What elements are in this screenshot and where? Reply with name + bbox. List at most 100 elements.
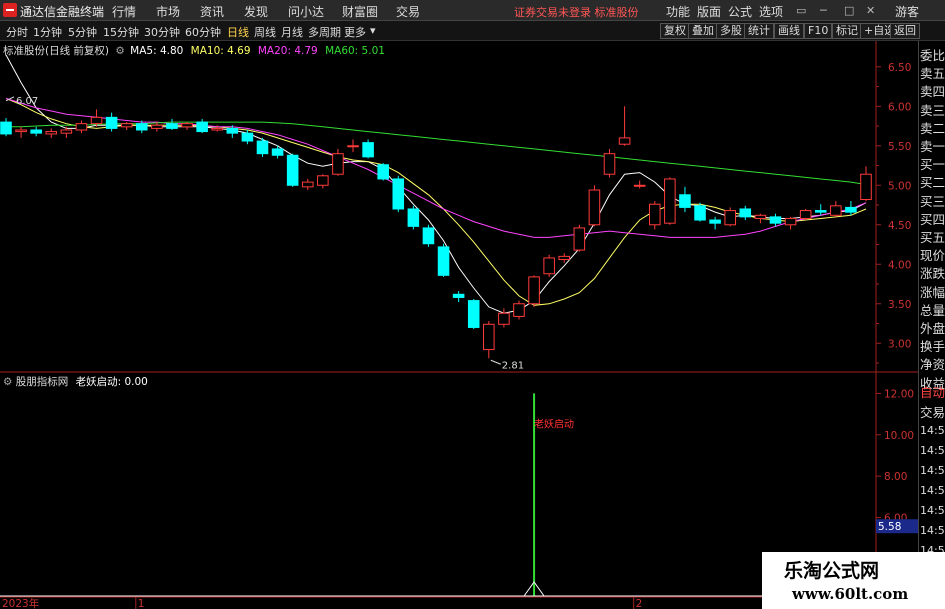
side-item[interactable]: 14:56 — [920, 444, 945, 457]
menu-layout[interactable]: 版面 — [697, 3, 721, 20]
candle — [377, 163, 389, 181]
side-item[interactable]: 净资 — [920, 354, 945, 373]
candle-body-down — [437, 246, 450, 276]
bookmark-button[interactable]: 标记 — [832, 23, 862, 39]
adjust-button[interactable]: 复权 — [660, 23, 690, 39]
candle-body-up — [754, 214, 767, 219]
more-chevron-icon[interactable]: ▾ — [370, 24, 376, 37]
price-axis: 6.50 6.00 5.50 5.00 4.50 4.00 3.50 3.00 — [876, 62, 911, 364]
side-item[interactable]: 现价 — [920, 245, 945, 264]
candle-body-up — [45, 131, 58, 135]
menu-functions[interactable]: 功能 — [666, 3, 690, 20]
tab-multi-period[interactable]: 多周期 — [308, 24, 341, 40]
back-button[interactable]: 返回 — [890, 23, 920, 39]
side-item[interactable]: 外盘 — [920, 318, 945, 337]
login-notice[interactable]: 证券交易未登录 标准股份 — [514, 4, 639, 20]
tab-1min[interactable]: 1分钟 — [33, 24, 62, 40]
tab-weekly[interactable]: 周线 — [254, 24, 276, 40]
menu-discover[interactable]: 发现 — [244, 3, 268, 20]
side-item[interactable]: 涨跌 — [920, 263, 945, 282]
indicator-gear-icon[interactable]: ⚙ — [3, 376, 12, 388]
f10-button[interactable]: F10 — [804, 23, 833, 39]
guest-label[interactable]: 游客 — [895, 3, 919, 20]
menu-quotes[interactable]: 行情 — [112, 3, 136, 20]
side-item[interactable]: 买五 — [920, 227, 945, 246]
candle — [588, 185, 601, 227]
candle — [392, 175, 405, 213]
draw-button[interactable]: 画线 — [774, 23, 804, 39]
low-marker-label: 2.81 — [502, 360, 524, 371]
tab-15min[interactable]: 15分钟 — [103, 24, 139, 40]
tab-intraday[interactable]: 分时 — [6, 24, 28, 40]
minimize-icon[interactable]: ─ — [820, 4, 827, 17]
candle-body-up — [588, 189, 601, 226]
main-pane-header: 标准股份(日线 前复权) ⚙ MA5: 4.80 MA10: 4.69 MA20… — [3, 43, 385, 58]
tab-monthly[interactable]: 月线 — [281, 24, 303, 40]
candle-body-up — [151, 124, 163, 129]
side-item[interactable]: 换手 — [920, 336, 945, 355]
side-item[interactable]: 涨幅 — [920, 282, 945, 301]
date-tick-label: 2023年 — [2, 597, 39, 609]
multi-stock-button[interactable]: 多股 — [716, 23, 746, 39]
side-item[interactable]: 自动 — [920, 382, 945, 401]
tab-daily[interactable]: 日线 — [227, 24, 249, 40]
menu-options[interactable]: 选项 — [759, 3, 783, 20]
candle-body-up — [347, 145, 359, 148]
menu-ask[interactable]: 问小达 — [288, 3, 324, 20]
tab-more[interactable]: 更多 — [344, 24, 366, 40]
side-item[interactable]: 14:56 — [920, 464, 945, 477]
menu-market[interactable]: 市场 — [156, 3, 180, 20]
side-item[interactable]: 总量 — [920, 300, 945, 319]
close-icon[interactable]: ✕ — [866, 4, 875, 17]
candle-body-up — [75, 123, 88, 131]
candle — [256, 137, 269, 157]
menu-fortune[interactable]: 财富圈 — [342, 3, 378, 20]
candle-body-down — [256, 140, 269, 155]
candle-body-down — [467, 300, 480, 328]
price-tick-label: 3.00 — [888, 338, 911, 350]
settings-gear-icon[interactable]: ⚙ — [115, 45, 124, 57]
menu-formula[interactable]: 公式 — [728, 3, 752, 20]
candle — [543, 254, 555, 277]
side-item[interactable]: 14:56 — [920, 504, 945, 517]
candle-body-down — [694, 205, 706, 221]
side-item[interactable]: 卖一 — [920, 136, 945, 155]
tab-30min[interactable]: 30分钟 — [144, 24, 180, 40]
candle — [362, 139, 374, 159]
overlay-button[interactable]: 叠加 — [688, 23, 718, 39]
candle-body-down — [362, 142, 374, 158]
date-tick-label: 2 — [636, 598, 643, 609]
side-item[interactable]: 买四 — [920, 209, 945, 228]
chart-area[interactable]: 6.50 6.00 5.50 5.00 4.50 4.00 3.50 3.00 6.07 2.8… — [0, 41, 918, 609]
side-item[interactable]: 卖四 — [920, 81, 945, 100]
tab-60min[interactable]: 60分钟 — [185, 24, 221, 40]
candle-body-up — [528, 276, 540, 305]
candle — [799, 208, 812, 221]
candle-body-up — [90, 116, 103, 125]
menu-bar: 通达信金融终端 行情 市场 资讯 发现 问小达 财富圈 交易 证券交易未登录 标… — [0, 0, 945, 21]
restore-icon[interactable]: □ — [844, 4, 854, 17]
indicator-tick-label: 8.00 — [884, 471, 907, 483]
side-item[interactable]: 买三 — [920, 191, 945, 210]
candle-body-down — [845, 206, 857, 213]
stats-button[interactable]: 统计 — [744, 23, 774, 39]
side-item[interactable]: 14:56 — [920, 424, 945, 437]
side-item[interactable]: 卖二 — [920, 118, 945, 137]
menu-news[interactable]: 资讯 — [200, 3, 224, 20]
candle-body-up — [648, 203, 661, 226]
side-item[interactable]: 卖五 — [920, 63, 945, 82]
menu-trade[interactable]: 交易 — [396, 3, 420, 20]
window-icon[interactable]: ▭ — [796, 4, 806, 17]
side-item[interactable]: 卖三 — [920, 100, 945, 119]
side-item[interactable]: 14:56 — [920, 484, 945, 497]
candle-body-up — [513, 303, 525, 317]
tab-5min[interactable]: 5分钟 — [68, 24, 97, 40]
candle — [603, 148, 616, 178]
side-item[interactable]: 买二 — [920, 172, 945, 191]
side-item[interactable]: 14:56 — [920, 524, 945, 537]
side-item[interactable]: 委比 — [920, 45, 945, 64]
candle — [422, 224, 435, 247]
side-item[interactable]: 买一 — [920, 154, 945, 173]
side-item[interactable]: 交易 — [920, 402, 945, 421]
candle-body-down — [377, 164, 389, 180]
